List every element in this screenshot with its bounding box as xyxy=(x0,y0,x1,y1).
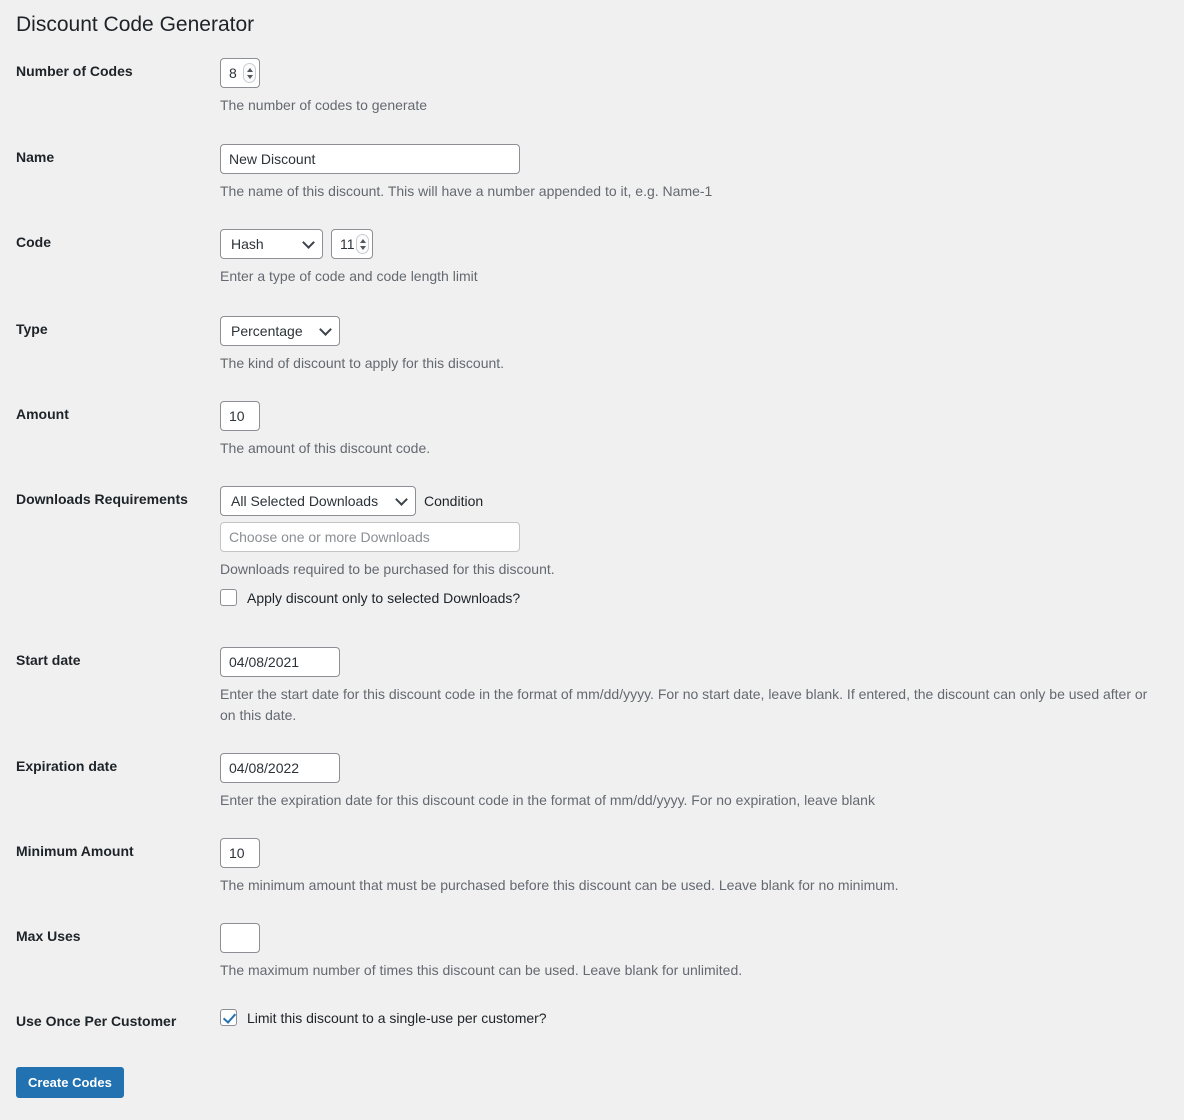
description-start-date: Enter the start date for this discount c… xyxy=(220,684,1150,726)
label-minimum-amount: Minimum Amount xyxy=(0,838,220,860)
discount-type-select[interactable]: Percentage xyxy=(220,316,340,346)
description-number-of-codes: The number of codes to generate xyxy=(220,95,1150,116)
discount-form: Number of Codes The number of codes to g… xyxy=(0,58,1184,1048)
field-row-type: Type Percentage The kind of discount to … xyxy=(0,316,1184,401)
amount-input[interactable] xyxy=(220,401,260,431)
chevron-down-icon xyxy=(360,246,366,250)
use-once-per-customer-row: Limit this discount to a single-use per … xyxy=(220,1009,1164,1026)
code-type-select[interactable]: Hash xyxy=(220,229,323,259)
chevron-down-icon xyxy=(395,493,408,506)
chevron-up-icon xyxy=(247,68,253,72)
spinner-arrows-icon[interactable] xyxy=(356,234,369,254)
spinner-arrows-icon[interactable] xyxy=(243,63,256,83)
label-number-of-codes: Number of Codes xyxy=(0,58,220,80)
discount-code-generator-page: Discount Code Generator Number of Codes … xyxy=(0,0,1184,1120)
use-once-per-customer-checkbox[interactable] xyxy=(220,1009,237,1026)
condition-label: Condition xyxy=(424,493,483,509)
description-amount: The amount of this discount code. xyxy=(220,438,1150,459)
field-row-expiration-date: Expiration date Enter the expiration dat… xyxy=(0,753,1184,838)
field-row-minimum-amount: Minimum Amount The minimum amount that m… xyxy=(0,838,1184,923)
description-minimum-amount: The minimum amount that must be purchase… xyxy=(220,875,1150,896)
apply-to-selected-downloads-row: Apply discount only to selected Download… xyxy=(220,589,1164,606)
downloads-condition-select[interactable]: All Selected Downloads xyxy=(220,486,416,516)
field-row-name: Name The name of this discount. This wil… xyxy=(0,144,1184,229)
description-name: The name of this discount. This will hav… xyxy=(220,181,1150,202)
label-type: Type xyxy=(0,316,220,338)
description-type: The kind of discount to apply for this d… xyxy=(220,353,1150,374)
discount-type-selected-value: Percentage xyxy=(231,323,303,339)
apply-to-selected-downloads-checkbox[interactable] xyxy=(220,589,237,606)
label-start-date: Start date xyxy=(0,647,220,669)
label-amount: Amount xyxy=(0,401,220,423)
label-code: Code xyxy=(0,229,220,251)
max-uses-input[interactable] xyxy=(220,923,260,953)
use-once-per-customer-label: Limit this discount to a single-use per … xyxy=(247,1010,547,1026)
submit-area: Create Codes xyxy=(16,1067,124,1098)
description-downloads-requirements: Downloads required to be purchased for t… xyxy=(220,559,1150,580)
field-row-max-uses: Max Uses The maximum number of times thi… xyxy=(0,923,1184,1008)
field-row-use-once-per-customer: Use Once Per Customer Limit this discoun… xyxy=(0,1008,1184,1048)
number-of-codes-stepper[interactable] xyxy=(220,58,260,88)
chevron-up-icon xyxy=(360,239,366,243)
label-downloads-requirements: Downloads Requirements xyxy=(0,486,220,508)
create-codes-button[interactable]: Create Codes xyxy=(16,1067,124,1098)
start-date-input[interactable] xyxy=(220,647,340,677)
apply-to-selected-downloads-label: Apply discount only to selected Download… xyxy=(247,590,520,606)
name-input[interactable] xyxy=(220,144,520,174)
description-code: Enter a type of code and code length lim… xyxy=(220,266,1150,287)
field-row-code: Code Hash Enter a type of cod xyxy=(0,229,1184,316)
description-expiration-date: Enter the expiration date for this disco… xyxy=(220,790,1150,811)
chevron-down-icon xyxy=(319,323,332,336)
expiration-date-input[interactable] xyxy=(220,753,340,783)
downloads-condition-selected-value: All Selected Downloads xyxy=(231,493,378,509)
label-name: Name xyxy=(0,144,220,166)
label-max-uses: Max Uses xyxy=(0,923,220,945)
page-title: Discount Code Generator xyxy=(16,11,254,38)
field-row-number-of-codes: Number of Codes The number of codes to g… xyxy=(0,58,1184,144)
field-row-start-date: Start date Enter the start date for this… xyxy=(0,647,1184,753)
code-type-selected-value: Hash xyxy=(231,236,264,252)
label-use-once-per-customer: Use Once Per Customer xyxy=(0,1008,220,1030)
description-max-uses: The maximum number of times this discoun… xyxy=(220,960,1150,981)
chevron-down-icon xyxy=(247,75,253,79)
field-row-amount: Amount The amount of this discount code. xyxy=(0,401,1184,486)
chevron-down-icon xyxy=(302,236,315,249)
minimum-amount-input[interactable] xyxy=(220,838,260,868)
field-row-downloads-requirements: Downloads Requirements All Selected Down… xyxy=(0,486,1184,647)
code-length-stepper[interactable] xyxy=(331,229,373,259)
label-expiration-date: Expiration date xyxy=(0,753,220,775)
downloads-select-input[interactable] xyxy=(220,522,520,552)
